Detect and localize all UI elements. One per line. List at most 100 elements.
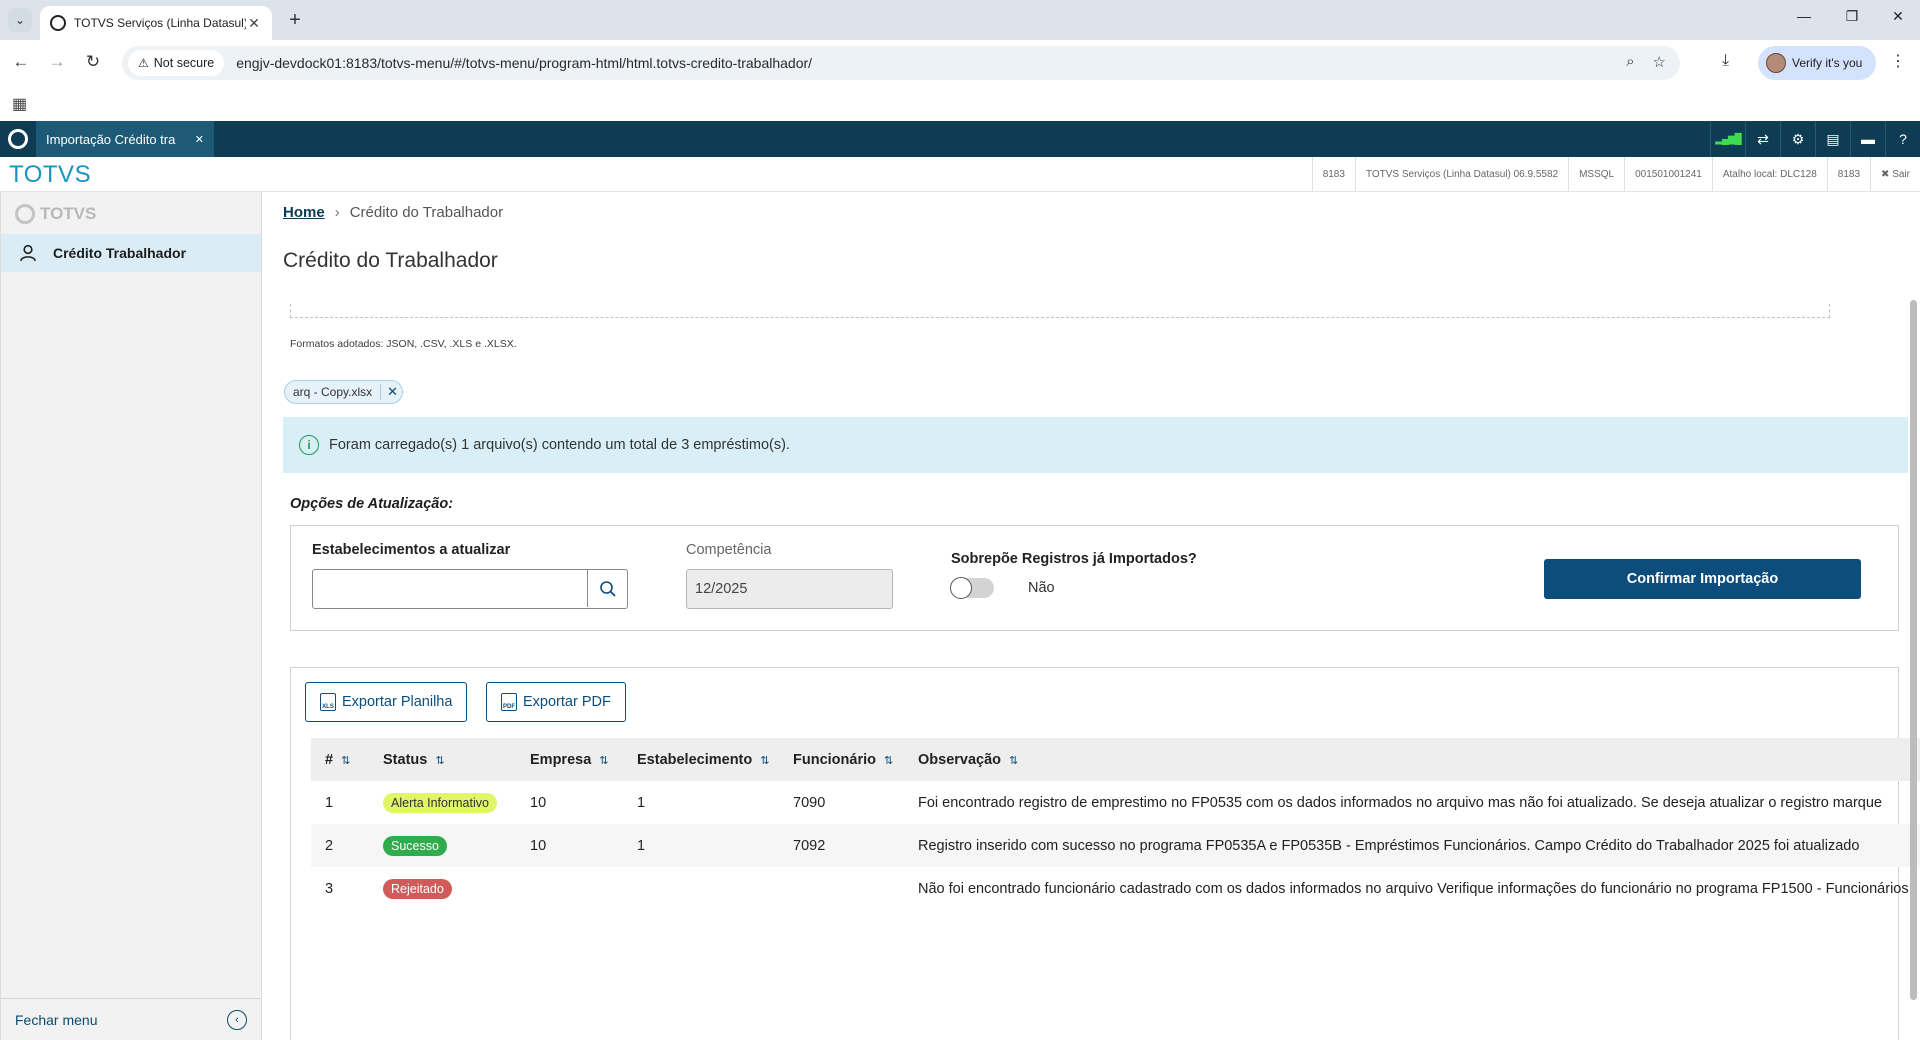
- sort-icon[interactable]: ⇅: [760, 755, 769, 767]
- search-icon: [599, 580, 616, 597]
- avatar: [1766, 53, 1786, 73]
- cell-empresa: 10: [516, 824, 623, 867]
- breadcrumb-home[interactable]: Home: [283, 204, 325, 221]
- apps-grid-icon[interactable]: ▦: [12, 94, 27, 114]
- logout-button[interactable]: ✖ Sair: [1870, 157, 1920, 191]
- cell-number: 1: [325, 794, 334, 811]
- chevron-left-icon[interactable]: ‹: [227, 1009, 247, 1030]
- options-title: Opções de Atualização:: [290, 496, 454, 512]
- remove-file-icon[interactable]: ✕: [380, 384, 398, 400]
- help-icon[interactable]: ?: [1885, 121, 1920, 157]
- sobrepoe-label: Sobrepõe Registros já Importados?: [951, 551, 1197, 567]
- sort-icon[interactable]: ⇅: [1009, 755, 1018, 767]
- totvs-icon: [15, 204, 35, 224]
- confirm-import-button[interactable]: Confirmar Importação: [1544, 559, 1861, 599]
- export-pdf-label: Exportar PDF: [523, 694, 611, 710]
- sort-icon[interactable]: ⇅: [599, 755, 608, 767]
- cell-status: Alerta Informativo: [369, 781, 516, 824]
- sidebar-logo-text: TOTVS: [40, 204, 97, 223]
- close-program-tab-icon[interactable]: ✕: [195, 133, 204, 146]
- lookup-search-button[interactable]: [587, 570, 627, 607]
- info-product: TOTVS Serviços (Linha Datasul) 06.9.5582: [1354, 157, 1568, 191]
- close-window-button[interactable]: ✕: [1878, 8, 1918, 25]
- tab-title: TOTVS Serviços (Linha Datasul): [74, 16, 246, 30]
- col-header-funcionario[interactable]: Funcionário ⇅: [779, 738, 904, 781]
- sort-icon[interactable]: ⇅: [884, 755, 893, 767]
- info-db: MSSQL: [1568, 157, 1624, 191]
- cell-func: 7090: [793, 794, 826, 811]
- browser-toolbar: ← → ↻ ⚠ Not secure engjv-devdock01:8183/…: [0, 40, 1920, 86]
- col-header-observacao[interactable]: Observação ⇅: [904, 738, 1920, 781]
- close-tab-icon[interactable]: ✕: [246, 15, 262, 32]
- col-header-estabelecimento[interactable]: Estabelecimento ⇅: [623, 738, 779, 781]
- cell-number: 3: [325, 880, 334, 897]
- user-icon: [20, 244, 36, 262]
- upload-dropzone[interactable]: [290, 304, 1830, 318]
- forward-button[interactable]: →: [46, 52, 68, 72]
- tab-search-button[interactable]: ⌄: [8, 8, 32, 32]
- col-header-label: Status: [383, 751, 428, 768]
- close-menu-button[interactable]: Fechar menu ‹: [1, 998, 261, 1040]
- formats-hint: Formatos adotados: JSON, .CSV, .XLS e .X…: [290, 338, 517, 350]
- cell-func: 7092: [779, 824, 904, 867]
- cell-status: Rejeitado: [369, 867, 516, 910]
- restore-button[interactable]: ❐: [1832, 8, 1872, 25]
- cell-status: Sucesso: [369, 824, 516, 867]
- export-pdf-button[interactable]: PDF Exportar PDF: [486, 682, 626, 722]
- cell-estab: 1: [637, 794, 646, 811]
- table-row[interactable]: 3 Rejeitado Não foi encontrado funcionár…: [311, 867, 1920, 910]
- program-tab[interactable]: Importação Crédito tra ✕: [36, 121, 214, 157]
- bookmarks-bar: ▦: [0, 86, 1920, 120]
- download-icon[interactable]: ⤓: [1722, 52, 1729, 70]
- col-header-number[interactable]: # ⇅: [311, 738, 369, 781]
- menu-kebab-icon[interactable]: ⋮: [1890, 51, 1906, 71]
- sidebar-item-credito[interactable]: Crédito Trabalhador: [1, 234, 261, 272]
- estab-label: Estabelecimentos a atualizar: [312, 542, 511, 558]
- cell-empresa: 10: [530, 794, 547, 811]
- warning-icon: ⚠: [138, 56, 149, 70]
- shuffle-icon[interactable]: ⇄: [1745, 121, 1780, 157]
- cell-func: [779, 867, 904, 910]
- col-header-empresa[interactable]: Empresa ⇅: [516, 738, 623, 781]
- bookmark-star-icon[interactable]: ☆: [1653, 53, 1666, 71]
- col-header-label: Estabelecimento: [637, 751, 753, 768]
- sort-icon[interactable]: ⇅: [435, 755, 444, 767]
- options-panel: Estabelecimentos a atualizar Competência…: [290, 525, 1899, 631]
- cell-empresa: [516, 867, 623, 910]
- browser-tabstrip: ⌄ TOTVS Serviços (Linha Datasul) ✕ + — ❐…: [0, 0, 1920, 40]
- export-sheet-button[interactable]: XLS Exportar Planilha: [305, 682, 468, 722]
- reload-button[interactable]: ↻: [82, 52, 104, 72]
- security-badge[interactable]: ⚠ Not secure: [128, 50, 225, 76]
- table-row[interactable]: 1 Alerta Informativo 10 1 7090 Foi encon…: [311, 781, 1920, 824]
- address-bar[interactable]: ⚠ Not secure engjv-devdock01:8183/totvs-…: [122, 46, 1680, 80]
- minimize-button[interactable]: —: [1784, 8, 1824, 24]
- chat-icon[interactable]: ▬: [1850, 121, 1885, 157]
- status-badge: Rejeitado: [383, 878, 452, 899]
- url-text[interactable]: engjv-devdock01:8183/totvs-menu/#/totvs-…: [236, 55, 812, 71]
- sobrepoe-toggle[interactable]: [950, 577, 994, 599]
- col-header-label: Funcionário: [793, 751, 876, 768]
- chevron-right-icon: ›: [334, 204, 340, 221]
- browser-tab[interactable]: TOTVS Serviços (Linha Datasul) ✕: [40, 6, 272, 40]
- info-port: 8183: [1311, 157, 1355, 191]
- col-header-label: Empresa: [530, 751, 592, 768]
- sort-icon[interactable]: ⇅: [341, 755, 350, 767]
- col-header-status[interactable]: Status ⇅: [369, 738, 516, 781]
- competencia-label: Competência: [686, 542, 772, 558]
- status-badge: Sucesso: [383, 835, 447, 856]
- table-row[interactable]: 2 Sucesso 10 1 7092 Registro inserido co…: [311, 824, 1920, 867]
- profile-button[interactable]: Verify it's you: [1758, 46, 1876, 80]
- document-icon[interactable]: ▤: [1815, 121, 1850, 157]
- close-menu-label: Fechar menu: [15, 1011, 98, 1028]
- cell-obs: Não foi encontrado funcionário cadastrad…: [918, 880, 1909, 897]
- app-header: Importação Crédito tra ✕ ▂▄▆█ ⇄ ⚙ ▤ ▬ ?: [0, 121, 1920, 157]
- zoom-icon[interactable]: ⌕: [1626, 53, 1634, 71]
- back-button[interactable]: ←: [10, 52, 32, 72]
- page-scrollbar[interactable]: [1910, 300, 1917, 1000]
- tab-favicon-icon: [50, 15, 66, 31]
- info-alert: i Foram carregado(s) 1 arquivo(s) conten…: [283, 417, 1908, 473]
- totvs-logo-icon[interactable]: [8, 129, 28, 149]
- new-tab-button[interactable]: +: [284, 9, 306, 32]
- estab-lookup-input[interactable]: [312, 569, 628, 609]
- gear-icon[interactable]: ⚙: [1780, 121, 1815, 157]
